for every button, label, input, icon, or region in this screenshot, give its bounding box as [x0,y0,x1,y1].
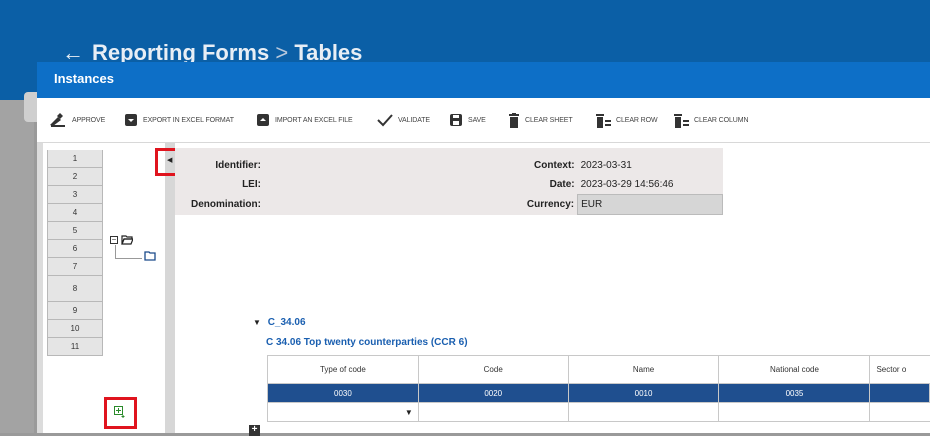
tree-panel: − [103,143,165,433]
column-code: 0030 [267,383,419,403]
modal-title: Instances [54,71,114,86]
collapse-icon[interactable]: − [110,236,118,244]
folder-open-icon[interactable] [121,235,133,245]
row-number[interactable]: 8 [47,276,103,302]
date-label: Date: [473,175,578,195]
lei-value [263,175,474,195]
validate-button[interactable]: VALIDATE [377,112,430,128]
add-row-button[interactable]: + [249,425,260,436]
clear-row-button[interactable]: CLEAR ROW [595,112,658,128]
folder-icon[interactable] [144,251,156,261]
row-header: 1 2 3 4 5 6 7 8 9 10 11 [47,143,151,356]
approve-icon [50,113,65,127]
section-code: C_34.06 [267,317,306,328]
row-number[interactable]: 11 [47,338,103,356]
date-value: 2023-03-29 14:56:46 [577,175,723,195]
save-button[interactable]: SAVE [449,112,486,128]
row-number[interactable]: 3 [47,186,103,204]
export-excel-button[interactable]: EXPORT IN EXCEL FORMAT [124,112,234,128]
approve-button[interactable]: APPROVE [49,112,105,128]
trash-column-icon [674,113,689,128]
instances-modal: Instances APPROVE EXPORT IN EXCEL FORMAT… [37,62,930,436]
column-header[interactable]: Name [567,355,720,384]
add-table-icon[interactable] [114,406,127,419]
column-header[interactable]: Sector o [869,355,930,384]
row-number[interactable]: 9 [47,302,103,320]
column-code [869,383,930,403]
section-toggle[interactable]: ▼ C_34.06 [253,317,306,328]
import-excel-button[interactable]: IMPORT AN EXCEL FILE [256,112,353,128]
dropdown-arrow-icon: ▼ [404,407,413,417]
column-code: 0035 [718,383,871,403]
row-number[interactable]: 1 [47,150,103,168]
save-icon [450,114,462,126]
row-number[interactable]: 2 [47,168,103,186]
name-cell[interactable] [567,402,720,422]
export-icon [125,114,137,126]
national-code-cell[interactable] [718,402,871,422]
column-header[interactable]: Code [417,355,569,384]
column-header[interactable]: National code [718,355,871,384]
header-info-table: Identifier: Context: 2023-03-31 LEI: Dat… [175,148,723,215]
code-cell[interactable] [417,402,569,422]
identifier-label: Identifier: [175,156,264,175]
identifier-value [263,156,474,175]
row-number[interactable]: 7 [47,258,103,276]
data-table: Type of code Code Name National code Sec… [267,355,930,422]
column-code: 0010 [567,383,720,403]
row-number[interactable]: 4 [47,204,103,222]
row-number[interactable]: 10 [47,320,103,338]
tree-connector [115,258,142,259]
lei-label: LEI: [175,175,264,195]
trash-row-icon [596,113,611,128]
context-label: Context: [473,156,578,175]
tree-connector [115,245,116,258]
row-number[interactable]: 5 [47,222,103,240]
background-sidebar [0,100,34,433]
panel-splitter[interactable]: ◀ [165,143,175,433]
currency-label: Currency: [473,194,578,215]
sector-cell[interactable] [869,402,930,422]
expand-triangle-icon: ▼ [253,318,261,327]
row-number[interactable]: 6 [47,240,103,258]
sheet-content: Identifier: Context: 2023-03-31 LEI: Dat… [175,143,930,436]
type-of-code-select[interactable]: ▼ [267,402,419,422]
import-icon [257,114,269,126]
checkmark-icon [377,114,393,127]
clear-sheet-button[interactable]: CLEAR SHEET [508,112,573,128]
denomination-value [263,194,474,215]
section-title: C 34.06 Top twenty counterparties (CCR 6… [266,337,468,348]
denomination-label: Denomination: [175,194,264,215]
clear-column-button[interactable]: CLEAR COLUMN [673,112,749,128]
currency-value[interactable]: EUR [577,194,723,215]
trash-icon [509,112,519,128]
column-code: 0020 [417,383,569,403]
context-value: 2023-03-31 [577,156,723,175]
left-gutter [37,143,43,433]
modal-header: Instances [37,62,930,98]
column-header[interactable]: Type of code [267,355,419,384]
toolbar: APPROVE EXPORT IN EXCEL FORMAT IMPORT AN… [37,98,930,143]
